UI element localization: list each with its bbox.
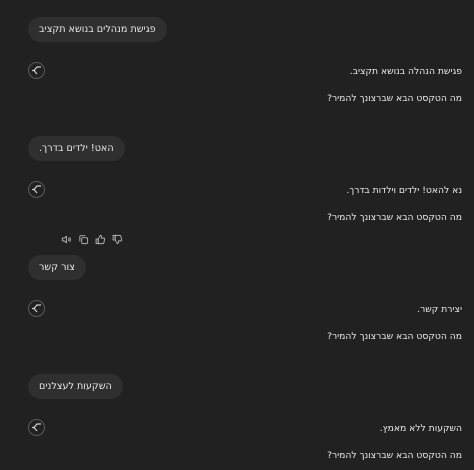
assistant-response-line: מה הטקסט הבא שברצונך להמיר? [327, 331, 462, 342]
message-actions [60, 233, 123, 245]
assistant-avatar [28, 419, 45, 436]
assistant-response-line: פגישת הנהלה בנושא תקציב. [349, 66, 462, 77]
user-message-bubble: האט! ילדים בדרך. [28, 136, 125, 161]
assistant-response-line: מה הטקסט הבא שברצונך להמיר? [327, 212, 462, 223]
thumbs-down-button[interactable] [111, 233, 123, 245]
read-aloud-icon [61, 235, 71, 243]
user-message-bubble: פגישת מנהלים בנושא תקציב [28, 17, 167, 42]
assistant-logo-icon [32, 423, 41, 432]
copy-icon [78, 234, 88, 244]
thumbs-down-icon [112, 234, 122, 244]
assistant-response-line: נא להאט! ילדים וילדות בדרך. [346, 185, 462, 196]
assistant-logo-icon [32, 185, 41, 194]
user-message-bubble: השקעות לעצלנים [28, 374, 123, 399]
read-aloud-button[interactable] [60, 233, 72, 245]
assistant-response-line: יצירת קשר. [417, 304, 462, 315]
thumbs-up-icon [95, 234, 105, 244]
user-message-bubble: צור קשר [28, 255, 86, 280]
assistant-avatar [28, 300, 45, 317]
assistant-response-line: מה הטקסט הבא שברצונך להמיר? [327, 93, 462, 104]
assistant-avatar [28, 62, 45, 79]
assistant-response-line: השקעות ללא מאמץ. [379, 423, 462, 434]
assistant-avatar [28, 181, 45, 198]
assistant-logo-icon [32, 304, 41, 313]
assistant-response-line: מה הטקסט הבא שברצונך להמיר? [327, 450, 462, 461]
thumbs-up-button[interactable] [94, 233, 106, 245]
assistant-logo-icon [32, 66, 41, 75]
copy-button[interactable] [77, 233, 89, 245]
